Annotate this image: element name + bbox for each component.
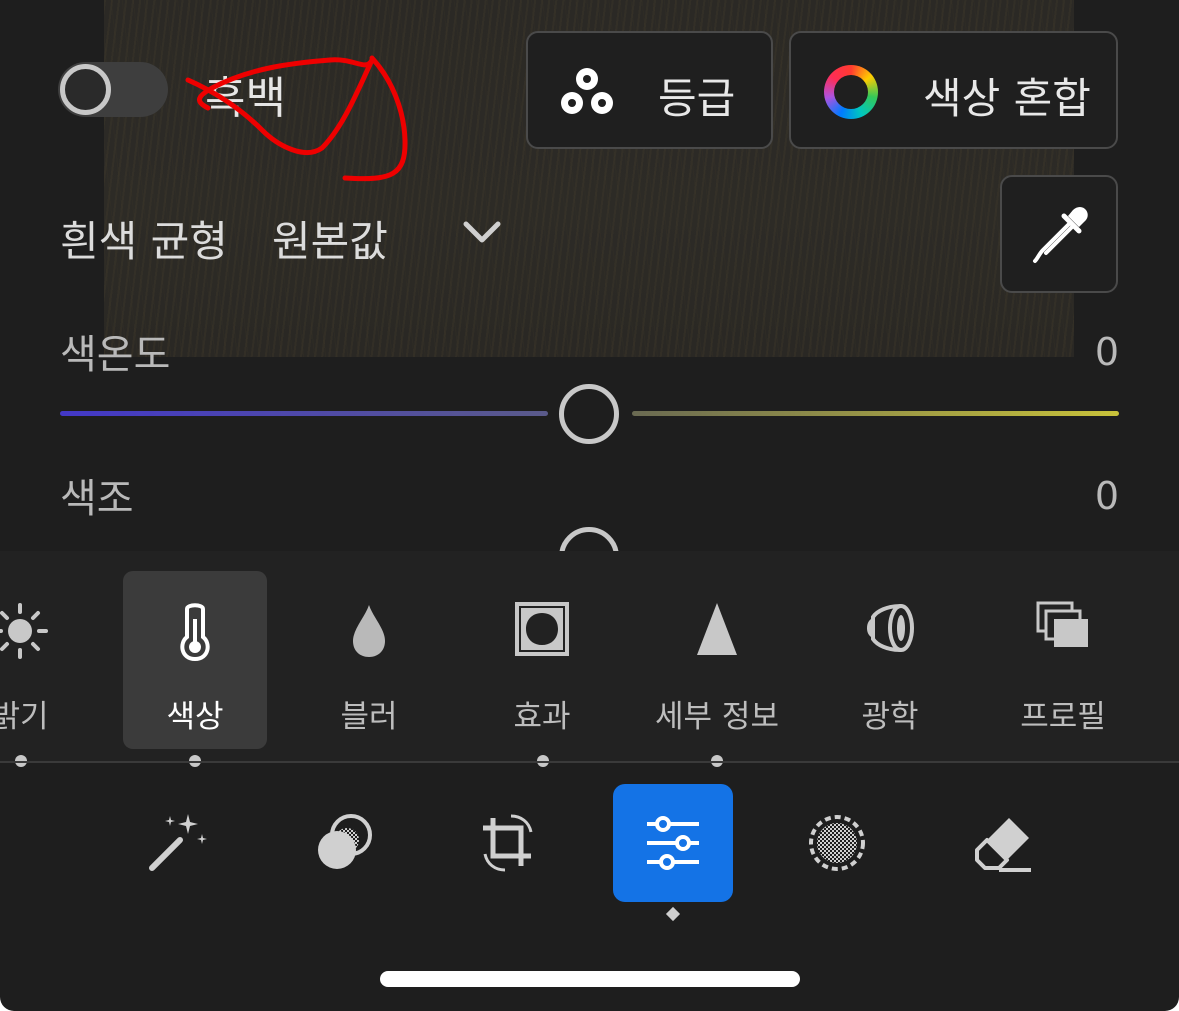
- tool-light[interactable]: 밝기: [0, 571, 92, 749]
- tint-slider-handle[interactable]: [559, 527, 619, 551]
- color-wheel-icon: [824, 65, 878, 119]
- tool-profile-label: 프로필: [1020, 699, 1106, 735]
- tint-label: 색조: [60, 476, 134, 522]
- panel-divider: [0, 761, 1179, 763]
- chevron-down-icon[interactable]: [462, 216, 502, 250]
- toggle-knob[interactable]: [60, 64, 111, 115]
- white-balance-label: 흰색 균형: [60, 217, 228, 266]
- magic-wand-icon: [149, 814, 207, 871]
- sliders-icon: [647, 816, 699, 870]
- mode-masking[interactable]: [284, 784, 404, 902]
- temperature-value[interactable]: 0: [1095, 330, 1119, 374]
- tool-light-label: 밝기: [0, 699, 49, 735]
- tool-optics[interactable]: 광학: [818, 571, 962, 749]
- tint-slider-clip: [555, 520, 625, 551]
- color-mix-label: 색상 혼합: [923, 74, 1091, 123]
- tool-blur[interactable]: 블러: [297, 571, 441, 749]
- white-balance-value[interactable]: 원본값: [272, 208, 388, 269]
- temperature-track-cool[interactable]: [60, 411, 548, 416]
- bw-toggle[interactable]: [58, 62, 168, 117]
- mode-healing[interactable]: [944, 784, 1064, 902]
- crop-rotate-icon: [483, 814, 533, 872]
- tool-panel: 밝기 색상 블러 효과 세부 정보 광학 프로필: [0, 551, 1179, 767]
- grading-button[interactable]: 등급: [526, 31, 773, 149]
- tool-effects-label: 효과: [513, 699, 571, 735]
- temperature-track-warm[interactable]: [632, 411, 1119, 416]
- mode-selective[interactable]: [777, 784, 897, 902]
- color-grading-icon: [561, 68, 613, 114]
- eyedropper-icon: [1033, 207, 1088, 263]
- lightroom-color-panel: 흑백 등급 색상 혼합 흰색 균형 원본값 색온도 0 색조 0 밝기 색상 블…: [0, 0, 1179, 1011]
- tint-value[interactable]: 0: [1095, 474, 1119, 518]
- mode-crop[interactable]: [448, 784, 568, 902]
- thermometer-icon: [180, 603, 210, 661]
- active-mode-indicator: [665, 906, 681, 922]
- dotted-circle-icon: [809, 815, 865, 871]
- home-indicator[interactable]: [380, 971, 800, 987]
- tool-optics-label: 광학: [861, 699, 919, 735]
- temperature-slider-handle[interactable]: [559, 384, 619, 444]
- sun-icon: [0, 603, 48, 659]
- eyedropper-button[interactable]: [1000, 175, 1118, 293]
- bw-label: 흑백: [205, 73, 286, 124]
- mode-edit[interactable]: [613, 784, 733, 902]
- eraser-icon: [975, 818, 1031, 872]
- tool-detail-label: 세부 정보: [655, 699, 779, 735]
- grading-label: 등급: [658, 74, 736, 123]
- profile-stack-icon: [1036, 601, 1088, 647]
- triangle-icon: [697, 603, 737, 655]
- lens-icon: [867, 604, 914, 652]
- temperature-label: 색온도: [60, 332, 171, 378]
- tool-detail[interactable]: 세부 정보: [645, 571, 789, 749]
- tool-effects[interactable]: 효과: [470, 571, 614, 749]
- tool-profile[interactable]: 프로필: [991, 571, 1135, 749]
- droplet-icon: [353, 605, 385, 657]
- tool-color-label: 색상: [166, 699, 224, 735]
- tool-color[interactable]: 색상: [123, 571, 267, 749]
- tool-blur-label: 블러: [340, 699, 398, 735]
- mode-auto[interactable]: [117, 784, 237, 902]
- mask-circles-icon: [318, 814, 372, 869]
- color-mix-button[interactable]: 색상 혼합: [789, 31, 1118, 149]
- vignette-icon: [515, 602, 569, 656]
